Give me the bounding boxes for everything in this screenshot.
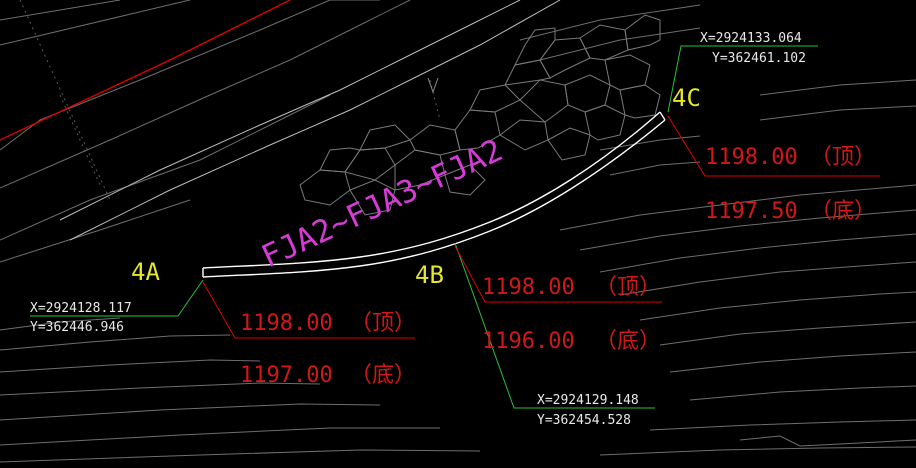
bottom-tag-4C: （底） — [810, 199, 876, 224]
point-label-4A: 4A — [131, 258, 160, 286]
cad-drawing-canvas[interactable]: FJA2~FJA3~FJA2 4A X=2924128.117 Y=362446… — [0, 0, 916, 468]
coord-x-4B: X=2924129.148 — [537, 393, 639, 408]
coord-x-4A: X=2924128.117 — [30, 301, 132, 316]
top-elevation-4C: 1198.00 — [705, 145, 798, 170]
top-elevation-4A: 1198.00 — [240, 311, 333, 336]
point-label-4B: 4B — [415, 261, 444, 289]
top-tag-4B: （顶） — [595, 275, 661, 300]
bottom-tag-4B: （底） — [595, 329, 661, 354]
coord-y-4B: Y=362454.528 — [537, 413, 631, 428]
top-tag-4C: （顶） — [810, 145, 876, 170]
coord-y-4A: Y=362446.946 — [30, 320, 124, 335]
bottom-elevation-4A: 1197.00 — [240, 363, 333, 388]
bottom-tag-4A: （底） — [350, 363, 416, 388]
coord-y-4C: Y=362461.102 — [712, 51, 806, 66]
bottom-elevation-4C: 1197.50 — [705, 199, 798, 224]
point-label-4C: 4C — [672, 84, 701, 112]
top-elevation-4B: 1198.00 — [482, 275, 575, 300]
coord-x-4C: X=2924133.064 — [700, 31, 802, 46]
bottom-elevation-4B: 1196.00 — [482, 329, 575, 354]
top-tag-4A: （顶） — [350, 311, 416, 336]
